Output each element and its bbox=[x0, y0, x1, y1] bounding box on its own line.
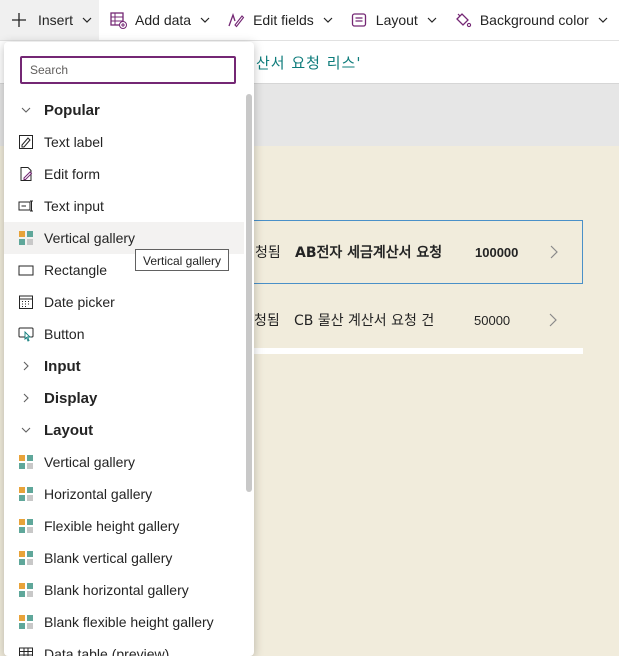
item-label: Button bbox=[44, 326, 85, 342]
chevron-down-icon bbox=[200, 17, 210, 23]
chevron-down-icon bbox=[323, 17, 333, 23]
add-data-icon bbox=[110, 12, 128, 29]
background-color-label: Background color bbox=[479, 12, 589, 28]
row-title: CB 물산 계산서 요청 건 bbox=[294, 313, 435, 329]
chevron-right-icon[interactable] bbox=[549, 245, 559, 259]
item-label: Horizontal gallery bbox=[44, 486, 153, 502]
gallery-icon bbox=[19, 583, 33, 597]
chevron-down-icon bbox=[427, 17, 437, 23]
chevron-down-icon bbox=[82, 17, 92, 23]
item-label: Blank vertical gallery bbox=[44, 550, 173, 566]
gallery-icon bbox=[19, 519, 33, 533]
list-item-vertical-gallery[interactable]: Vertical gallery bbox=[4, 446, 244, 478]
gallery-icon bbox=[19, 615, 33, 629]
category-layout[interactable]: Layout bbox=[4, 414, 244, 446]
rectangle-icon bbox=[18, 265, 34, 276]
row-amount: 100000 bbox=[475, 244, 519, 260]
gallery-icon bbox=[19, 231, 33, 245]
list-item-date-picker[interactable]: Date picker bbox=[4, 286, 244, 318]
chevron-right-icon bbox=[23, 393, 29, 403]
list-item-blank-horizontal-gallery[interactable]: Blank horizontal gallery bbox=[4, 574, 244, 606]
item-label: Date picker bbox=[44, 294, 115, 310]
item-label: Vertical gallery bbox=[44, 454, 136, 470]
text-label-icon bbox=[19, 135, 33, 149]
search-input[interactable] bbox=[20, 56, 236, 84]
table-icon bbox=[19, 647, 33, 656]
chevron-down-icon bbox=[21, 107, 31, 113]
gallery-icon bbox=[19, 487, 33, 501]
chevron-right-icon bbox=[23, 361, 29, 371]
item-label: Text input bbox=[44, 198, 104, 214]
chevron-down-icon bbox=[21, 427, 31, 433]
chevron-down-icon bbox=[598, 17, 608, 23]
button-icon bbox=[18, 327, 34, 342]
insert-button[interactable]: Insert bbox=[0, 0, 100, 40]
gallery-icon bbox=[19, 551, 33, 565]
list-item-text-label[interactable]: Text label bbox=[4, 126, 244, 158]
edit-form-icon bbox=[20, 167, 33, 181]
category-popular[interactable]: Popular bbox=[4, 94, 244, 126]
category-input[interactable]: Input bbox=[4, 350, 244, 382]
list-item-horizontal-gallery[interactable]: Horizontal gallery bbox=[4, 478, 244, 510]
category-display[interactable]: Display bbox=[4, 382, 244, 414]
item-label: Rectangle bbox=[44, 262, 108, 278]
list-item-data-table[interactable]: Data table (preview) bbox=[4, 638, 244, 656]
category-label: Popular bbox=[44, 101, 100, 119]
chevron-right-icon[interactable] bbox=[548, 313, 558, 327]
text-input-icon bbox=[18, 200, 33, 212]
gallery-icon bbox=[19, 455, 33, 469]
list-item-blank-flexible-height-gallery[interactable]: Blank flexible height gallery bbox=[4, 606, 244, 638]
item-label: Vertical gallery bbox=[44, 230, 136, 246]
item-label: Text label bbox=[44, 134, 104, 150]
edit-fields-label: Edit fields bbox=[253, 12, 314, 28]
panel-scrollbar[interactable] bbox=[246, 94, 252, 492]
item-label: Blank flexible height gallery bbox=[44, 614, 214, 630]
item-label: Edit form bbox=[44, 166, 101, 182]
list-item-edit-form[interactable]: Edit form bbox=[4, 158, 244, 190]
list-item-blank-vertical-gallery[interactable]: Blank vertical gallery bbox=[4, 542, 244, 574]
category-label: Layout bbox=[44, 421, 94, 439]
background-color-button[interactable]: Background color bbox=[448, 0, 615, 40]
gallery-row[interactable]: 청됨 AB전자 세금계산서 요청 100000 bbox=[240, 220, 583, 284]
layout-label: Layout bbox=[375, 12, 418, 28]
row-amount: 50000 bbox=[474, 312, 511, 328]
layout-icon bbox=[351, 13, 366, 27]
list-item-text-input[interactable]: Text input bbox=[4, 190, 244, 222]
gallery-separator bbox=[240, 348, 583, 354]
item-label: Blank horizontal gallery bbox=[44, 582, 189, 598]
item-label: Flexible height gallery bbox=[44, 518, 180, 534]
list-item-button[interactable]: Button bbox=[4, 318, 244, 350]
formula-text[interactable]: 산서 요청 리스' bbox=[256, 52, 361, 73]
insert-label: Insert bbox=[38, 12, 74, 28]
edit-fields-icon bbox=[228, 13, 245, 28]
row-status: 청됨 bbox=[254, 313, 280, 329]
command-toolbar: Insert Add data Edit fields Layout Backg… bbox=[0, 0, 619, 41]
item-label: Data table (preview) bbox=[44, 646, 170, 656]
list-item-flexible-height-gallery[interactable]: Flexible height gallery bbox=[4, 510, 244, 542]
row-title: AB전자 세금계산서 요청 bbox=[295, 245, 443, 261]
tooltip: Vertical gallery bbox=[135, 249, 230, 271]
gallery-row[interactable]: 청됨 CB 물산 계산서 요청 건 50000 bbox=[240, 288, 583, 352]
edit-fields-button[interactable]: Edit fields bbox=[221, 0, 340, 40]
insert-dropdown-panel: Popular Text label Edit form Text input bbox=[4, 42, 254, 656]
add-data-label: Add data bbox=[135, 12, 192, 28]
plus-icon bbox=[12, 13, 26, 27]
category-label: Display bbox=[44, 389, 98, 407]
add-data-button[interactable]: Add data bbox=[103, 0, 217, 40]
category-label: Input bbox=[44, 357, 81, 375]
calendar-icon bbox=[19, 295, 33, 309]
row-status: 청됨 bbox=[255, 245, 281, 261]
paint-bucket-icon bbox=[455, 13, 471, 28]
layout-button[interactable]: Layout bbox=[344, 0, 444, 40]
